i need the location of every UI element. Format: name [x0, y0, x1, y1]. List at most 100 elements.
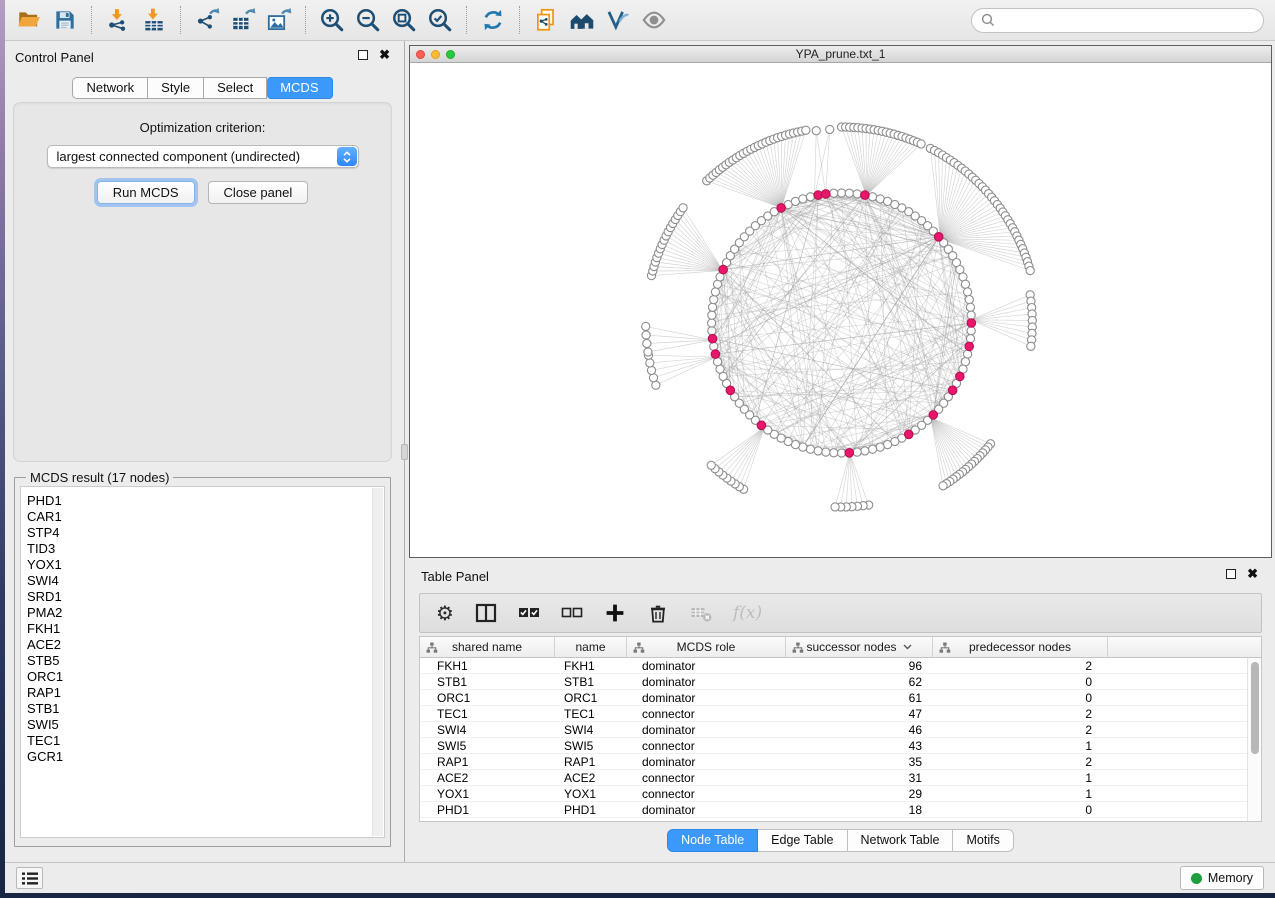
splitter-grip[interactable] [401, 444, 408, 460]
result-node[interactable]: RAP1 [21, 685, 384, 701]
table-cell: RAP1 [554, 754, 626, 769]
import-table-icon[interactable] [136, 4, 172, 36]
export-network-icon[interactable] [189, 4, 225, 36]
result-node[interactable]: STP4 [21, 525, 384, 541]
search-input[interactable] [1001, 13, 1254, 28]
export-table-icon[interactable] [225, 4, 261, 36]
tab-edge-table[interactable]: Edge Table [758, 829, 847, 852]
gear-icon[interactable]: ⚙ [436, 603, 454, 623]
table-row[interactable]: TEC1TEC1connector472 [420, 706, 1261, 722]
mcds-result-list[interactable]: PHD1CAR1STP4TID3YOX1SWI4SRD1PMA2FKH1ACE2… [20, 486, 385, 838]
close-table-panel-icon[interactable]: ✖ [1247, 569, 1258, 579]
clone-network-icon[interactable] [528, 4, 564, 36]
table-row[interactable]: PHD1PHD1dominator180 [420, 802, 1261, 818]
table-cell: dominator [626, 754, 785, 769]
result-node[interactable]: GCR1 [21, 749, 384, 765]
result-node[interactable]: CAR1 [21, 509, 384, 525]
float-table-panel-icon[interactable] [1226, 569, 1236, 579]
refresh-icon[interactable] [475, 4, 511, 36]
column-label: MCDS role [677, 640, 736, 654]
zoom-out-icon[interactable] [350, 4, 386, 36]
close-panel-button[interactable]: Close panel [208, 181, 309, 204]
delete-table-icon [690, 602, 712, 624]
result-node[interactable]: PHD1 [21, 493, 384, 509]
table-cell: SWI5 [554, 738, 626, 753]
result-node[interactable]: ORC1 [21, 669, 384, 685]
column-header-MCDS-role[interactable]: MCDS role [626, 637, 785, 657]
zoom-selected-icon[interactable] [422, 4, 458, 36]
table-cell: FKH1 [420, 658, 554, 673]
task-history-button[interactable] [16, 867, 43, 889]
panel-splitter[interactable] [400, 41, 409, 862]
network-titlebar[interactable]: YPA_prune.txt_1 [410, 46, 1271, 63]
table-panel: Table Panel ✖ ⚙f(x) shared namenameMCDS … [409, 558, 1272, 862]
result-node[interactable]: SRD1 [21, 589, 384, 605]
save-icon[interactable] [47, 4, 83, 36]
deselect-all-icon[interactable] [561, 602, 583, 624]
memory-button[interactable]: Memory [1180, 866, 1264, 890]
tab-network-table[interactable]: Network Table [848, 829, 954, 852]
result-node[interactable]: STB5 [21, 653, 384, 669]
overview-houses-icon[interactable] [564, 4, 600, 36]
column-header-successor-nodes[interactable]: successor nodes [785, 637, 932, 657]
table-body: FKH1FKH1dominator962STB1STB1dominator620… [420, 658, 1261, 818]
column-header-shared-name[interactable]: shared name [420, 637, 554, 657]
tab-motifs[interactable]: Motifs [953, 829, 1013, 852]
table-cell: YOX1 [420, 786, 554, 801]
result-node[interactable]: TEC1 [21, 733, 384, 749]
toggle-graphics-details-icon[interactable] [600, 4, 636, 36]
float-panel-icon[interactable] [358, 50, 368, 60]
table-row[interactable]: SWI5SWI5connector431 [420, 738, 1261, 754]
result-node[interactable]: TID3 [21, 541, 384, 557]
columns-icon[interactable] [475, 602, 497, 624]
main-toolbar [5, 0, 1275, 41]
table-cell: RAP1 [420, 754, 554, 769]
result-list-scrollbar[interactable] [372, 488, 383, 836]
table-row[interactable]: STB1STB1dominator620 [420, 674, 1261, 690]
table-row[interactable]: YOX1YOX1connector291 [420, 786, 1261, 802]
tab-style[interactable]: Style [148, 77, 204, 99]
table-header-row: shared namename MCDS role successor nodes p… [420, 637, 1261, 658]
zoom-in-icon[interactable] [314, 4, 350, 36]
tab-node-table[interactable]: Node Table [667, 829, 758, 852]
run-mcds-button[interactable]: Run MCDS [97, 181, 195, 204]
network-canvas[interactable] [410, 63, 1271, 557]
tab-mcds[interactable]: MCDS [267, 77, 332, 99]
result-node[interactable]: PMA2 [21, 605, 384, 621]
select-all-icon[interactable] [518, 602, 540, 624]
search-box[interactable] [971, 8, 1264, 33]
add-row-icon[interactable] [604, 602, 626, 624]
result-node[interactable]: YOX1 [21, 557, 384, 573]
table-row[interactable]: ACE2ACE2connector311 [420, 770, 1261, 786]
tab-network[interactable]: Network [72, 77, 148, 99]
column-label: successor nodes [806, 640, 896, 654]
table-row[interactable]: SWI4SWI4dominator462 [420, 722, 1261, 738]
result-node[interactable]: SWI5 [21, 717, 384, 733]
close-panel-icon[interactable]: ✖ [379, 50, 390, 60]
network-graph[interactable] [410, 63, 1271, 557]
import-network-icon[interactable] [100, 4, 136, 36]
zoom-fit-icon[interactable] [386, 4, 422, 36]
table-row[interactable]: FKH1FKH1dominator962 [420, 658, 1261, 674]
show-hide-eye-icon[interactable] [636, 4, 672, 36]
delete-row-icon[interactable] [647, 602, 669, 624]
toolbar-separator [305, 6, 306, 34]
table-row[interactable]: ORC1ORC1dominator610 [420, 690, 1261, 706]
table-scrollbar[interactable] [1247, 658, 1261, 821]
column-header-name[interactable]: name [554, 637, 626, 657]
result-node[interactable]: ACE2 [21, 637, 384, 653]
result-node[interactable]: STB1 [21, 701, 384, 717]
toolbar-separator [180, 6, 181, 34]
column-header-predecessor-nodes[interactable]: predecessor nodes [932, 637, 1107, 657]
open-folder-icon[interactable] [11, 4, 47, 36]
table-scrollbar-thumb[interactable] [1251, 662, 1259, 754]
table-cell: PHD1 [420, 802, 554, 817]
status-bar: Memory [5, 862, 1275, 893]
export-image-icon[interactable] [261, 4, 297, 36]
result-node[interactable]: SWI4 [21, 573, 384, 589]
optimization-select[interactable]: largest connected component (undirected) [47, 145, 359, 168]
result-node[interactable]: FKH1 [21, 621, 384, 637]
network-title: YPA_prune.txt_1 [410, 47, 1271, 61]
tab-select[interactable]: Select [204, 77, 267, 99]
table-row[interactable]: RAP1RAP1dominator352 [420, 754, 1261, 770]
